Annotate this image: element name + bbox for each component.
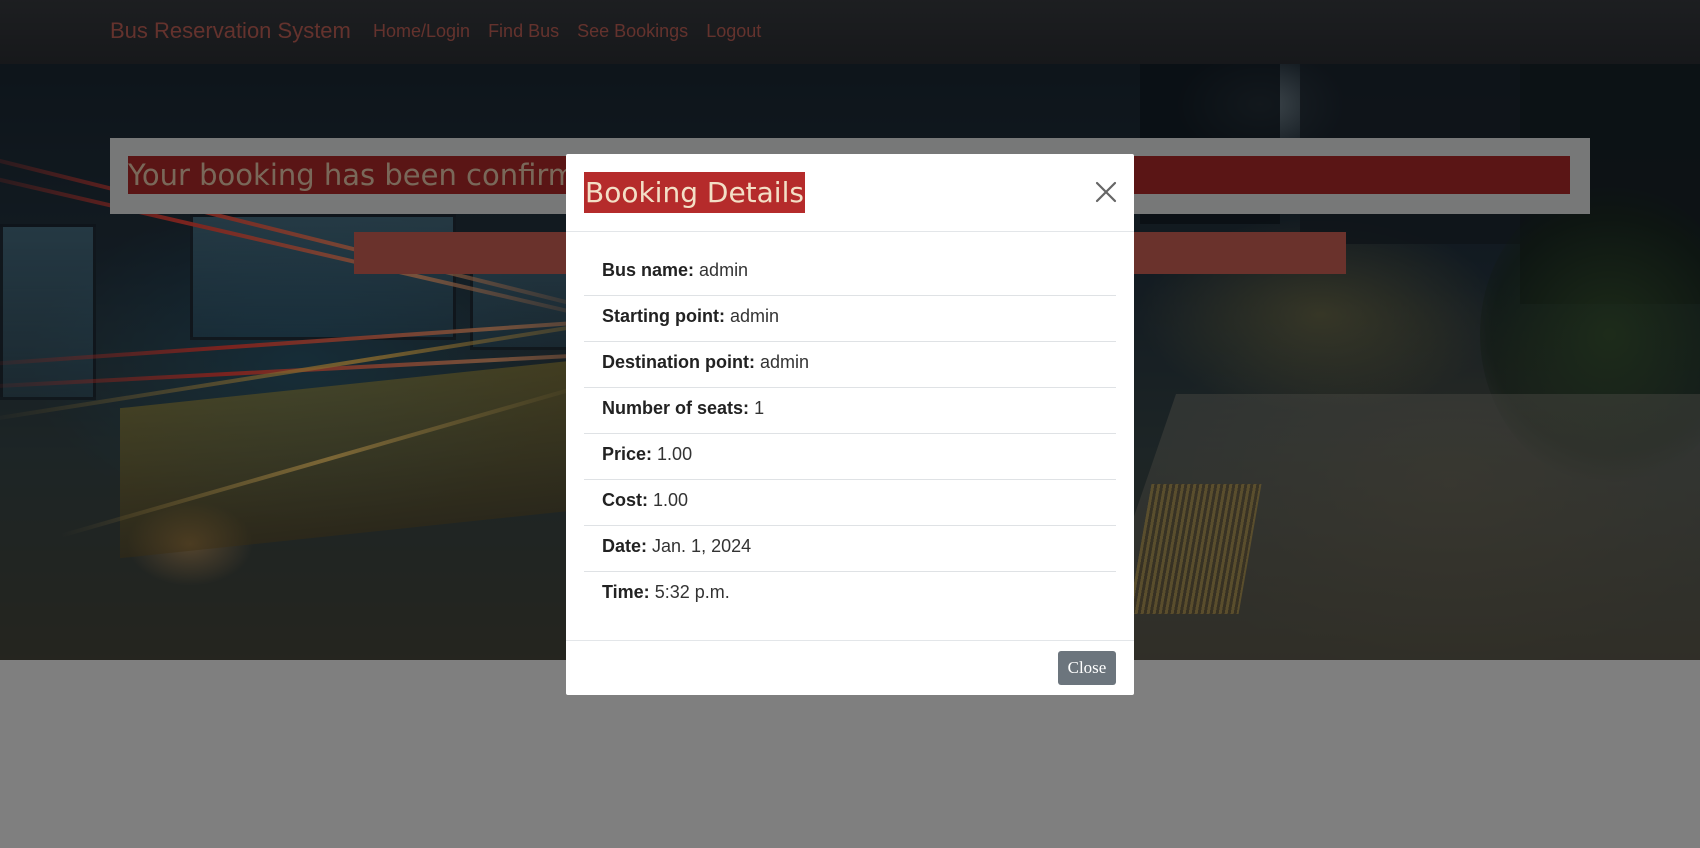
close-icon[interactable] xyxy=(1094,180,1118,204)
detail-row-date: Date: Jan. 1, 2024 xyxy=(584,526,1116,572)
booking-details-modal: Booking Details Bus name: admin Starting… xyxy=(566,154,1134,695)
detail-row-destination-point: Destination point: admin xyxy=(584,342,1116,388)
close-button[interactable]: Close xyxy=(1058,651,1116,685)
modal-title: Booking Details xyxy=(584,172,805,213)
detail-label: Time: xyxy=(602,582,650,602)
modal-footer: Close xyxy=(566,640,1134,695)
detail-label: Bus name: xyxy=(602,260,695,280)
detail-row-cost: Cost: 1.00 xyxy=(584,480,1116,526)
detail-label: Destination point: xyxy=(602,352,755,372)
detail-row-number-of-seats: Number of seats: 1 xyxy=(584,388,1116,434)
detail-label: Cost: xyxy=(602,490,648,510)
detail-row-bus-name: Bus name: admin xyxy=(584,250,1116,296)
detail-label: Starting point: xyxy=(602,306,725,326)
detail-label: Number of seats: xyxy=(602,398,750,418)
detail-row-price: Price: 1.00 xyxy=(584,434,1116,480)
detail-row-time: Time: 5:32 p.m. xyxy=(584,572,1116,618)
detail-value: Jan. 1, 2024 xyxy=(652,536,752,556)
detail-value: 5:32 p.m. xyxy=(654,582,730,602)
detail-value: 1.00 xyxy=(657,444,693,464)
detail-value: admin xyxy=(760,352,810,372)
detail-value: admin xyxy=(730,306,780,326)
modal-header: Booking Details xyxy=(566,154,1134,232)
detail-label: Date: xyxy=(602,536,648,556)
detail-value: admin xyxy=(699,260,749,280)
detail-value: 1 xyxy=(754,398,765,418)
detail-value: 1.00 xyxy=(653,490,689,510)
detail-label: Price: xyxy=(602,444,653,464)
modal-body: Bus name: admin Starting point: admin De… xyxy=(584,250,1116,618)
detail-row-starting-point: Starting point: admin xyxy=(584,296,1116,342)
